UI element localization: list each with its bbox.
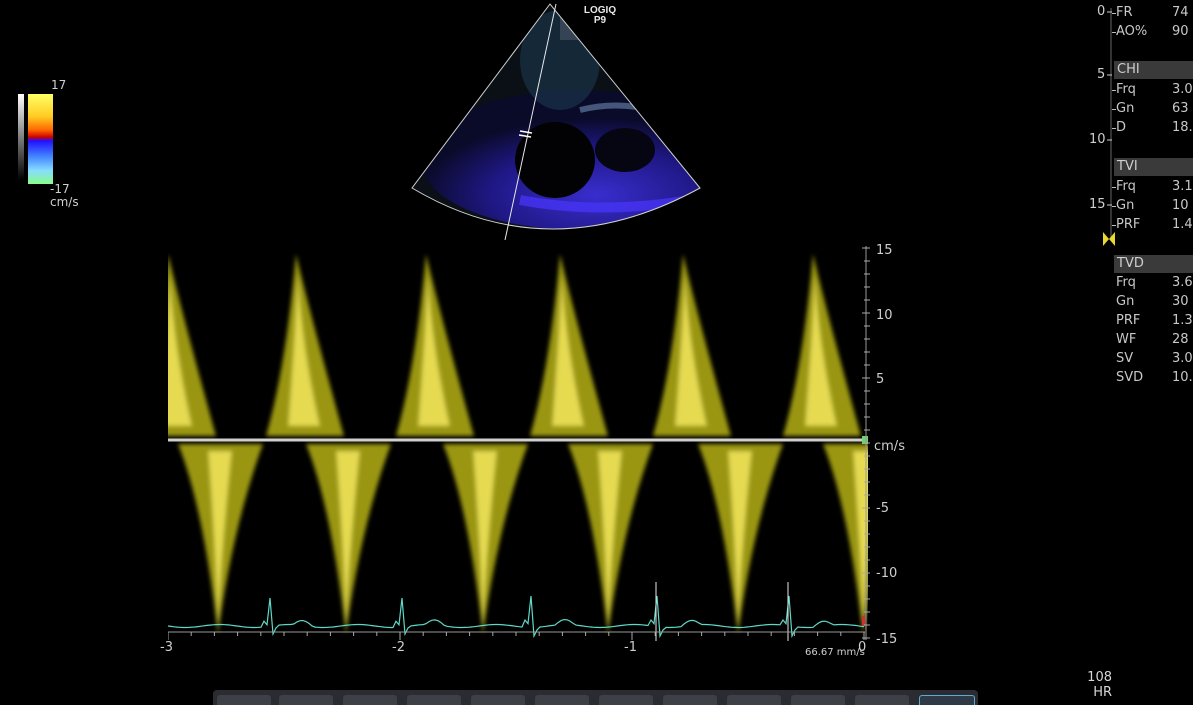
param-tvd-svd: SVD 10.2: [1116, 370, 1193, 385]
param-tvi-gn: Gn 10: [1112, 197, 1193, 216]
softkey-6[interactable]: [535, 695, 589, 705]
velocity-tick-5: 5: [876, 372, 885, 387]
softkey-8[interactable]: [663, 695, 717, 705]
color-velocity-bar: [18, 94, 54, 186]
depth-10: 10: [1089, 132, 1106, 147]
param-tvd-sv: SV 3.0: [1116, 351, 1193, 366]
color-bar-min: -17: [50, 182, 70, 196]
heart-rate-value: 108: [1087, 670, 1112, 685]
param-tvi-prf: PRF 1.4: [1112, 216, 1193, 235]
depth-0: 0: [1097, 4, 1106, 19]
param-tvi-frq: Frq 3.1: [1112, 178, 1193, 197]
param-tvd-gn: Gn 30: [1116, 294, 1189, 309]
sweep-speed: 66.67 mm/s: [805, 647, 865, 658]
time-tick-minus2: -2: [392, 640, 405, 655]
softkey-5[interactable]: [471, 695, 525, 705]
softkey-10[interactable]: [791, 695, 845, 705]
section-tvi: TVI: [1114, 158, 1193, 176]
time-tick-minus1: -1: [624, 640, 637, 655]
velocity-tick-minus10: -10: [876, 566, 898, 581]
softkey-2[interactable]: [279, 695, 333, 705]
color-bar-graphic: [18, 94, 53, 184]
doppler-spectrum: [168, 254, 868, 641]
depth-5: 5: [1097, 67, 1106, 82]
param-tvd-wf: WF 28: [1116, 332, 1189, 347]
time-tick-minus3: -3: [160, 640, 173, 655]
color-bar-max: 17: [51, 78, 67, 92]
softkey-3[interactable]: [343, 695, 397, 705]
softkey-12[interactable]: [919, 695, 975, 705]
velocity-unit: cm/s: [874, 439, 905, 454]
softkey-4[interactable]: [407, 695, 461, 705]
section-tvd: TVD: [1114, 255, 1193, 273]
param-chi-frq: Frq 3.0: [1112, 81, 1193, 100]
param-tvd-frq: Frq 3.6: [1116, 275, 1193, 290]
velocity-tick-10: 10: [876, 308, 893, 323]
time-axis: [168, 631, 865, 640]
color-bar-unit: cm/s: [50, 195, 79, 209]
softkey-bar: [213, 690, 978, 705]
velocity-tick-minus15: -15: [876, 632, 898, 647]
section-chi: CHI: [1114, 61, 1193, 79]
velocity-tick-minus5: -5: [876, 501, 889, 516]
spectrum-waveforms: [168, 254, 868, 634]
param-fr: FR 74: [1112, 4, 1193, 23]
heart-rate-label: HR: [1093, 685, 1112, 700]
sector-image: [411, 3, 701, 241]
depth-scale: [1090, 0, 1112, 250]
softkey-1[interactable]: [217, 695, 271, 705]
depth-15: 15: [1089, 197, 1106, 212]
param-chi-d: D 18.0: [1112, 119, 1193, 138]
softkey-7[interactable]: [599, 695, 653, 705]
param-tvd-prf: PRF 1.3: [1116, 313, 1193, 328]
softkey-9[interactable]: [727, 695, 781, 705]
softkey-11[interactable]: [855, 695, 909, 705]
param-chi-gn: Gn 63: [1112, 100, 1193, 119]
param-ao: AO% 90: [1112, 23, 1193, 42]
velocity-tick-15: 15: [876, 243, 893, 258]
